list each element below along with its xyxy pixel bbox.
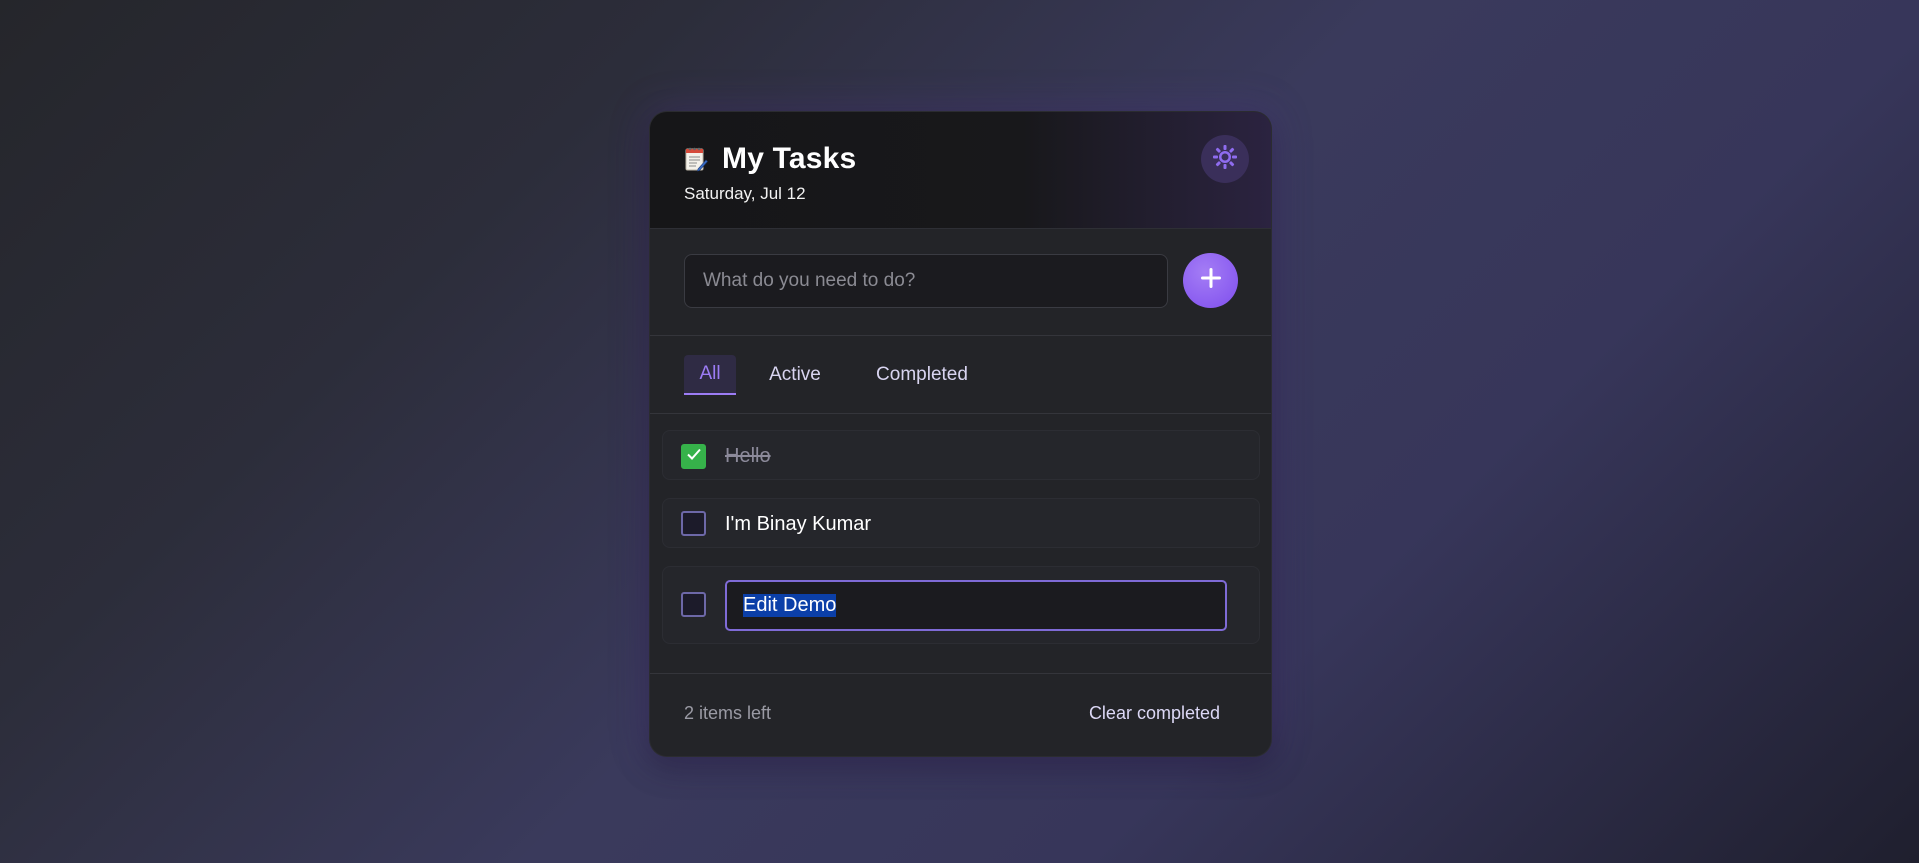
todo-card: My Tasks Saturday, Jul 12 What do you ne… bbox=[649, 111, 1272, 757]
clear-completed-button[interactable]: Clear completed bbox=[1089, 703, 1220, 724]
date-label: Saturday, Jul 12 bbox=[684, 184, 806, 203]
task-item: I'm Binay Kumar bbox=[662, 498, 1260, 548]
task-checkbox[interactable] bbox=[681, 444, 706, 469]
card-footer: 2 items left Clear completed bbox=[650, 673, 1271, 756]
task-label[interactable]: Hello bbox=[725, 445, 771, 468]
tab-all[interactable]: All bbox=[684, 355, 736, 395]
title-row: My Tasks bbox=[684, 142, 856, 176]
add-task-button[interactable] bbox=[1183, 253, 1238, 308]
new-task-section bbox=[650, 229, 1271, 336]
plus-icon bbox=[1199, 266, 1223, 295]
filter-tabs: All Active Completed bbox=[650, 336, 1271, 414]
task-checkbox[interactable] bbox=[681, 592, 706, 617]
task-item-editing: Edit Demo bbox=[662, 566, 1260, 644]
sun-icon bbox=[1212, 144, 1238, 175]
check-icon bbox=[685, 445, 703, 468]
card-header: My Tasks Saturday, Jul 12 bbox=[650, 112, 1271, 229]
theme-toggle-button[interactable] bbox=[1201, 135, 1249, 183]
notepad-icon bbox=[684, 146, 708, 172]
items-left-count: 2 items left bbox=[684, 703, 772, 723]
task-label[interactable]: I'm Binay Kumar bbox=[725, 513, 871, 536]
page-title: My Tasks bbox=[722, 142, 857, 175]
task-checkbox[interactable] bbox=[681, 511, 706, 536]
task-edit-input[interactable]: Edit Demo bbox=[725, 580, 1227, 631]
tab-completed[interactable]: Completed bbox=[863, 355, 981, 395]
task-list: Hello I'm Binay Kumar Edit Demo bbox=[650, 414, 1271, 674]
new-task-input[interactable] bbox=[684, 254, 1168, 308]
task-item: Hello bbox=[662, 430, 1260, 480]
tab-active[interactable]: Active bbox=[758, 355, 832, 395]
selected-text: Edit Demo bbox=[743, 594, 837, 617]
